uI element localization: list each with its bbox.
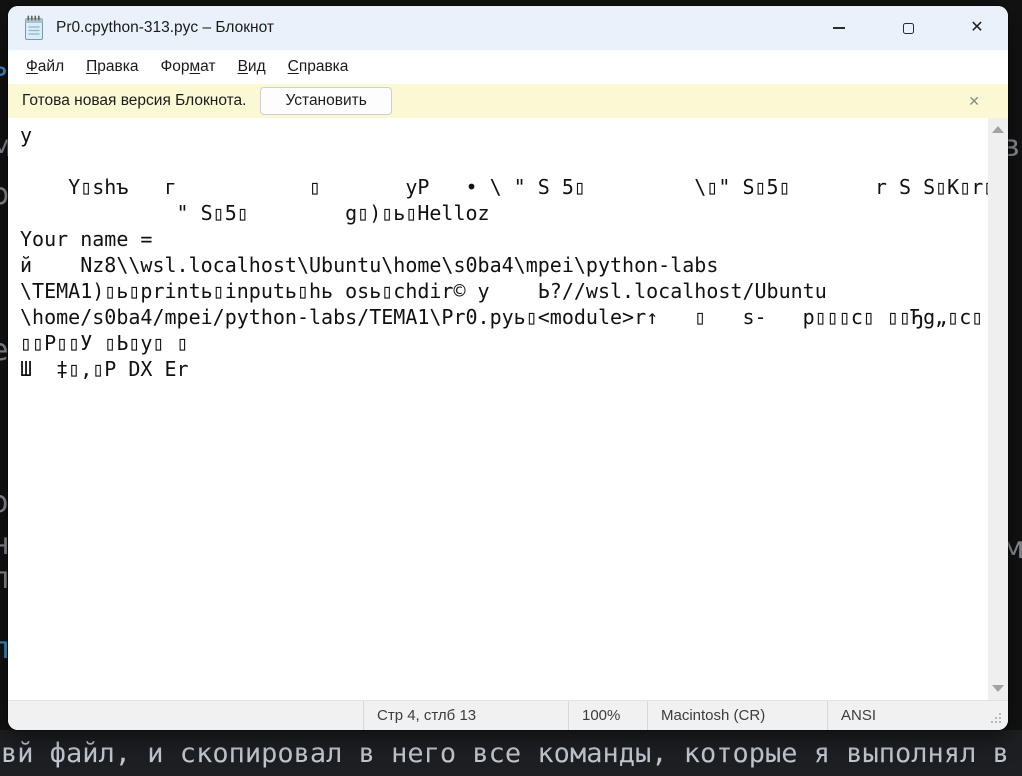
minimize-icon — [833, 27, 845, 29]
editor-line: Your name = — [20, 226, 988, 252]
notepad-app-icon — [22, 14, 46, 42]
menu-file[interactable]: Файл — [15, 53, 75, 81]
status-line-ending: Macintosh (CR) — [647, 701, 827, 730]
editor-line: " S▯5▯ g▯)▯ь▯Helloz — [20, 200, 988, 226]
maximize-icon — [903, 23, 914, 34]
menu-accel: В — [238, 58, 248, 75]
editor-line: Ш ‡▯,▯P DX Er — [20, 356, 988, 382]
titlebar[interactable]: Pr0.cpython-313.pyc – Блокнот ✕ — [8, 6, 1008, 50]
menu-view[interactable]: Вид — [227, 53, 277, 81]
menubar: Файл Правка Формат Вид Справка — [8, 50, 1008, 84]
text-editor[interactable]: у Y▯shъ г ▯ yP • \ " S 5▯ \▯" S▯5▯ r S S… — [8, 118, 988, 700]
menu-accel: П — [86, 58, 97, 75]
menu-accel: м — [190, 58, 201, 75]
editor-line: Y▯shъ г ▯ yP • \ " S 5▯ \▯" S▯5▯ r S S▯K… — [20, 174, 988, 200]
notepad-window: Pr0.cpython-313.pyc – Блокнот ✕ Файл Пра… — [8, 6, 1008, 730]
editor-line: у — [20, 122, 988, 148]
window-controls: ✕ — [793, 6, 1008, 50]
vertical-scrollbar[interactable] — [988, 118, 1008, 700]
editor-line: ▯▯P▯▯У ▯Ь▯у▯ ▯ — [20, 330, 988, 356]
close-button[interactable]: ✕ — [954, 6, 1000, 50]
scroll-down-icon[interactable] — [992, 685, 1004, 692]
editor-line: \home/s0ba4/mpei/python-labs/TEMA1\Pr0.p… — [20, 304, 988, 330]
notification-close-icon[interactable]: ✕ — [968, 94, 980, 108]
background-letter: ь — [0, 52, 8, 82]
background-terminal-area: вй файл, и скопировал в него все команды… — [0, 730, 1022, 776]
menu-accel: Ф — [26, 58, 38, 75]
close-icon: ✕ — [970, 20, 983, 36]
menu-label-part: ат — [200, 58, 215, 75]
editor-line — [20, 148, 988, 174]
update-message: Готова новая версия Блокнота. — [22, 92, 246, 110]
terminal-text-line: вй файл, и скопировал в него все команды… — [1, 738, 1009, 769]
menu-label-part: правка — [299, 58, 349, 75]
install-button[interactable]: Установить — [260, 87, 391, 115]
editor-line: \TEMA1)▯ь▯printь▯inputь▯hь osь▯chdir© y … — [20, 278, 988, 304]
menu-accel: С — [288, 58, 299, 75]
scroll-up-icon[interactable] — [992, 126, 1004, 133]
minimize-button[interactable] — [816, 6, 862, 50]
statusbar: Стр 4, стлб 13 100% Macintosh (CR) ANSI — [8, 700, 1008, 730]
menu-edit[interactable]: Правка — [75, 53, 149, 81]
menu-label-part: айл — [38, 58, 64, 75]
menu-label-part: равка — [97, 58, 138, 75]
window-title: Pr0.cpython-313.pyc – Блокнот — [56, 19, 274, 37]
maximize-button[interactable] — [885, 6, 931, 50]
resize-grip[interactable] — [991, 713, 1003, 725]
status-encoding: ANSI — [827, 701, 1008, 730]
menu-help[interactable]: Справка — [277, 53, 360, 81]
update-notification-bar: Готова новая версия Блокнота. Установить… — [8, 84, 1008, 118]
status-spacer — [8, 701, 363, 730]
menu-label-part: ид — [248, 58, 266, 75]
background-letter: ] — [0, 236, 2, 266]
status-cursor-position: Стр 4, стлб 13 — [363, 701, 568, 730]
menu-label-part: Фор — [160, 58, 189, 75]
status-zoom-level: 100% — [568, 701, 647, 730]
editor-line: й Nz8\\wsl.localhost\Ubuntu\home\s0ba4\m… — [20, 252, 988, 278]
editor-content: у Y▯shъ г ▯ yP • \ " S 5▯ \▯" S▯5▯ r S S… — [8, 118, 1008, 700]
menu-format[interactable]: Формат — [149, 53, 226, 81]
